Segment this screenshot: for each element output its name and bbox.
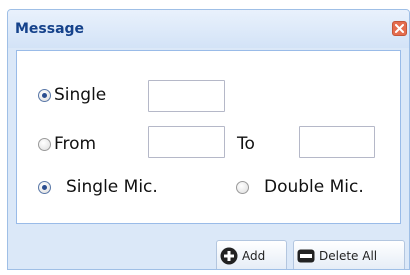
dialog-titlebar[interactable]: Message xyxy=(8,10,409,48)
single-mic-radio[interactable] xyxy=(38,181,51,194)
to-input[interactable] xyxy=(299,126,375,158)
delete-all-label: Delete All xyxy=(319,249,378,263)
single-mic-label: Single Mic. xyxy=(66,177,158,197)
delete-all-button[interactable]: Delete All xyxy=(293,240,405,269)
message-dialog: Message Single From To Single Mic. Doubl… xyxy=(7,9,410,270)
single-radio[interactable] xyxy=(38,89,51,102)
double-mic-label: Double Mic. xyxy=(264,177,364,197)
add-icon xyxy=(220,247,238,265)
from-label: From xyxy=(54,134,97,154)
single-input[interactable] xyxy=(148,80,225,112)
from-input[interactable] xyxy=(148,126,225,158)
close-icon xyxy=(395,24,404,33)
single-label: Single xyxy=(54,85,107,105)
dialog-title: Message xyxy=(15,21,85,37)
add-button[interactable]: Add xyxy=(216,240,287,269)
from-radio[interactable] xyxy=(38,138,51,151)
double-mic-radio[interactable] xyxy=(236,181,249,194)
add-label: Add xyxy=(242,249,266,263)
to-label: To xyxy=(237,134,255,154)
close-button[interactable] xyxy=(392,21,407,36)
delete-icon xyxy=(297,249,315,263)
